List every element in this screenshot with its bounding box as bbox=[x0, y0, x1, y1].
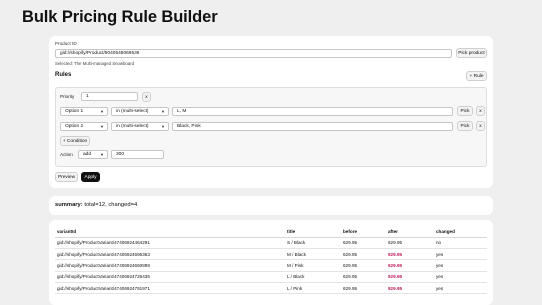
condition-2-option-value: Option 2 bbox=[65, 124, 84, 129]
cell-changed: yes bbox=[434, 248, 487, 261]
column-header-variantid: variantId bbox=[55, 226, 285, 238]
product-id-label: Product ID bbox=[55, 41, 77, 46]
add-condition-button[interactable]: + Condition bbox=[60, 136, 90, 146]
action-type-value: add bbox=[83, 152, 92, 157]
cell-changed: yes bbox=[434, 271, 487, 284]
action-type-select[interactable]: add ▼ bbox=[78, 150, 108, 159]
cell-changed: no bbox=[434, 237, 487, 249]
summary-card: summary: total=12, changed=4 bbox=[49, 196, 493, 215]
cell-changed: yes bbox=[434, 282, 487, 295]
action-label: Action bbox=[60, 152, 73, 157]
cell-variantid: gid://shopify/ProductVariant/47406924464… bbox=[55, 237, 285, 249]
cell-variantid: gid://shopify/ProductVariant/47406924791… bbox=[55, 282, 285, 295]
priority-label: Priority bbox=[60, 94, 75, 99]
cell-after: 929.95 bbox=[386, 282, 434, 295]
cell-variantid: gid://shopify/ProductVariant/47406924726… bbox=[55, 271, 285, 284]
table-row: gid://shopify/ProductVariant/47406924464… bbox=[55, 237, 487, 249]
cell-after: 629.95 bbox=[386, 237, 434, 249]
action-value-input[interactable]: 300 bbox=[111, 150, 164, 159]
cell-after: 929.95 bbox=[386, 248, 434, 261]
condition-1-option-select[interactable]: Option 1 ▼ bbox=[60, 107, 108, 116]
condition-2-values-input[interactable]: Black, Pink bbox=[172, 122, 453, 131]
cell-before: 629.95 bbox=[341, 259, 386, 272]
cell-changed: yes bbox=[434, 259, 487, 272]
pick-product-button[interactable]: Pick product bbox=[456, 48, 487, 58]
condition-2-operator-value: in (multi-select) bbox=[116, 124, 149, 129]
condition-1-option-value: Option 1 bbox=[65, 109, 84, 114]
summary-value: total=12, changed=4 bbox=[82, 202, 138, 208]
condition-1-operator-select[interactable]: in (multi-select) ▼ bbox=[111, 107, 169, 116]
condition-2-option-select[interactable]: Option 2 ▼ bbox=[60, 122, 108, 131]
condition-1-operator-value: in (multi-select) bbox=[116, 109, 149, 114]
condition-2-pick-button[interactable]: Pick bbox=[457, 121, 473, 131]
condition-1-values-input[interactable]: L, M bbox=[172, 107, 453, 116]
priority-input[interactable]: 1 bbox=[81, 92, 138, 101]
column-header-changed: changed bbox=[434, 226, 487, 238]
results-table: variantId title before after changed gid… bbox=[55, 226, 487, 295]
cell-title: S / Black bbox=[285, 237, 341, 249]
table-row: gid://shopify/ProductVariant/47406924726… bbox=[55, 271, 487, 284]
cell-before: 629.95 bbox=[341, 271, 386, 284]
chevron-down-icon: ▼ bbox=[100, 124, 104, 129]
condition-2-operator-select[interactable]: in (multi-select) ▼ bbox=[111, 122, 169, 131]
cell-title: M / Pink bbox=[285, 259, 341, 272]
chevron-down-icon: ▼ bbox=[161, 124, 165, 129]
condition-1-pick-button[interactable]: Pick bbox=[457, 106, 473, 116]
apply-button[interactable]: Apply bbox=[81, 172, 100, 182]
chevron-down-icon: ▼ bbox=[161, 109, 165, 114]
condition-1-remove-button[interactable]: x bbox=[476, 106, 485, 116]
cell-before: 629.95 bbox=[341, 282, 386, 295]
cell-variantid: gid://shopify/ProductVariant/47406924595… bbox=[55, 248, 285, 261]
cell-after: 929.95 bbox=[386, 271, 434, 284]
cell-title: L / Pink bbox=[285, 282, 341, 295]
cell-before: 629.95 bbox=[341, 248, 386, 261]
table-row: gid://shopify/ProductVariant/47406924791… bbox=[55, 282, 487, 295]
page-title: Bulk Pricing Rule Builder bbox=[22, 8, 218, 26]
chevron-down-icon: ▼ bbox=[100, 152, 104, 157]
column-header-title: title bbox=[285, 226, 341, 238]
cell-variantid: gid://shopify/ProductVariant/47406924660… bbox=[55, 259, 285, 272]
rules-heading: Rules bbox=[55, 72, 72, 78]
selected-product-text: Selected: The Multi-managed Snowboard bbox=[55, 61, 134, 66]
add-rule-button[interactable]: + Rule bbox=[466, 71, 487, 81]
rule-card: Priority 1 x Option 1 ▼ in (multi-select)… bbox=[55, 87, 487, 167]
remove-rule-button[interactable]: x bbox=[142, 92, 151, 102]
table-header-row: variantId title before after changed bbox=[55, 226, 487, 238]
cell-title: M / Black bbox=[285, 248, 341, 261]
chevron-down-icon: ▼ bbox=[100, 109, 104, 114]
cell-after: 929.95 bbox=[386, 259, 434, 272]
summary-text: summary: total=12, changed=4 bbox=[55, 202, 137, 208]
rule-builder-card: Product ID gid://shopify/Product/9040548… bbox=[49, 36, 493, 188]
column-header-before: before bbox=[341, 226, 386, 238]
product-id-input[interactable]: gid://shopify/Product/9040548069536 bbox=[55, 49, 452, 58]
column-header-after: after bbox=[386, 226, 434, 238]
condition-2-remove-button[interactable]: x bbox=[476, 121, 485, 131]
results-card: variantId title before after changed gid… bbox=[49, 220, 493, 305]
table-row: gid://shopify/ProductVariant/47406924595… bbox=[55, 248, 487, 261]
table-row: gid://shopify/ProductVariant/47406924660… bbox=[55, 259, 487, 272]
preview-button[interactable]: Preview bbox=[55, 172, 78, 182]
summary-label: summary: bbox=[55, 202, 83, 208]
cell-title: L / Black bbox=[285, 271, 341, 284]
cell-before: 629.95 bbox=[341, 237, 386, 249]
